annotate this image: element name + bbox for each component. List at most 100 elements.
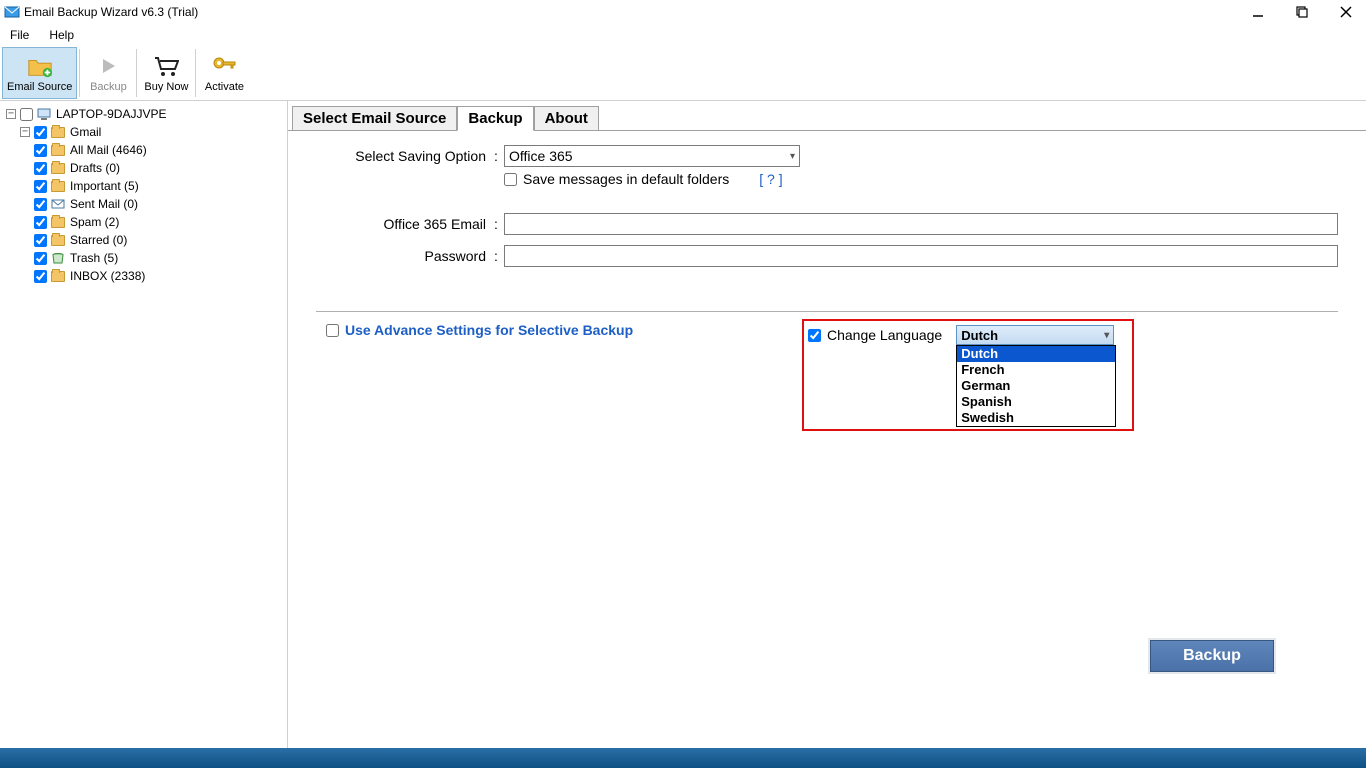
- close-button[interactable]: [1338, 4, 1354, 20]
- saving-option-select[interactable]: Office 365 ▾: [504, 145, 800, 167]
- tree-item-label: All Mail (4646): [70, 143, 147, 157]
- tree-item-checkbox[interactable]: [34, 162, 47, 175]
- language-select[interactable]: Dutch ▾ Dutch French German Spanish Swed…: [956, 325, 1114, 345]
- tree-item-label: Trash (5): [70, 251, 118, 265]
- titlebar: Email Backup Wizard v6.3 (Trial): [0, 0, 1366, 24]
- window-controls: [1250, 4, 1362, 20]
- folder-icon: [51, 145, 65, 156]
- toolbar-divider: [136, 49, 137, 97]
- statusbar: [0, 748, 1366, 768]
- colon: :: [494, 216, 504, 232]
- default-folders-label: Save messages in default folders: [523, 171, 729, 187]
- menu-help[interactable]: Help: [49, 28, 74, 42]
- tab-about-label: About: [545, 110, 588, 127]
- language-option[interactable]: Spanish: [957, 394, 1115, 410]
- tree-item[interactable]: All Mail (4646): [6, 141, 281, 159]
- folder-icon: [51, 163, 65, 174]
- language-option[interactable]: German: [957, 378, 1115, 394]
- saving-option-label: Select Saving Option: [316, 148, 494, 164]
- toolbar-email-source[interactable]: Email Source: [2, 47, 77, 99]
- trash-icon: [51, 252, 65, 264]
- key-icon: [211, 53, 237, 79]
- menu-file[interactable]: File: [10, 28, 29, 42]
- toolbar-email-source-label: Email Source: [7, 81, 72, 93]
- tree-item[interactable]: Spam (2): [6, 213, 281, 231]
- folder-plus-icon: [27, 53, 53, 79]
- language-option[interactable]: French: [957, 362, 1115, 378]
- tree-item-checkbox[interactable]: [34, 144, 47, 157]
- tab-about[interactable]: About: [534, 106, 599, 130]
- language-option[interactable]: Swedish: [957, 410, 1115, 426]
- toolbar-backup[interactable]: Backup: [82, 47, 134, 99]
- tree-item-label: INBOX (2338): [70, 269, 145, 283]
- tree-item[interactable]: Drafts (0): [6, 159, 281, 177]
- tree-item[interactable]: Starred (0): [6, 231, 281, 249]
- password-input[interactable]: [504, 245, 1338, 267]
- default-folders-checkbox[interactable]: [504, 173, 517, 186]
- computer-icon: [37, 108, 51, 120]
- language-option[interactable]: Dutch: [957, 346, 1115, 362]
- folder-icon: [51, 181, 65, 192]
- backup-button[interactable]: Backup: [1150, 640, 1274, 672]
- toolbar-activate[interactable]: Activate: [198, 47, 250, 99]
- backup-button-label: Backup: [1183, 647, 1241, 665]
- tree-item-label: Spam (2): [70, 215, 119, 229]
- tree-item[interactable]: INBOX (2338): [6, 267, 281, 285]
- toolbar-divider: [195, 49, 196, 97]
- language-option-label: German: [961, 378, 1010, 393]
- tab-backup[interactable]: Backup: [457, 106, 533, 131]
- toolbar-buy-now-label: Buy Now: [144, 81, 188, 93]
- toolbar-backup-label: Backup: [90, 81, 127, 93]
- collapse-icon[interactable]: −: [6, 109, 16, 119]
- chevron-down-icon: ▾: [790, 151, 795, 162]
- tree-gmail-checkbox[interactable]: [34, 126, 47, 139]
- advance-settings-checkbox[interactable]: [326, 324, 339, 337]
- tree-item[interactable]: Sent Mail (0): [6, 195, 281, 213]
- toolbar-divider: [79, 49, 80, 97]
- help-link[interactable]: [ ? ]: [759, 171, 782, 187]
- password-label: Password: [316, 248, 494, 264]
- toolbar-activate-label: Activate: [205, 81, 244, 93]
- change-language-checkbox[interactable]: [808, 329, 821, 342]
- language-option-label: Dutch: [961, 346, 998, 361]
- toolbar-buy-now[interactable]: Buy Now: [139, 47, 193, 99]
- tree-item-label: Starred (0): [70, 233, 127, 247]
- saving-option-value: Office 365: [509, 148, 573, 164]
- folder-icon: [51, 127, 65, 138]
- tree-item-checkbox[interactable]: [34, 216, 47, 229]
- tree-root-label: LAPTOP-9DAJJVPE: [56, 107, 166, 121]
- email-input[interactable]: [504, 213, 1338, 235]
- change-language-label: Change Language: [827, 327, 942, 343]
- folder-icon: [51, 235, 65, 246]
- tab-select-source[interactable]: Select Email Source: [292, 106, 457, 130]
- tree-root[interactable]: − LAPTOP-9DAJJVPE: [6, 105, 281, 123]
- sent-icon: [51, 198, 65, 210]
- tree-item-checkbox[interactable]: [34, 180, 47, 193]
- chevron-down-icon: ▾: [1104, 330, 1109, 341]
- language-option-label: Swedish: [961, 410, 1014, 425]
- window-title: Email Backup Wizard v6.3 (Trial): [24, 5, 1250, 19]
- tree-item-checkbox[interactable]: [34, 270, 47, 283]
- language-select-value: Dutch: [961, 328, 998, 343]
- tree-gmail[interactable]: − Gmail: [6, 123, 281, 141]
- minimize-button[interactable]: [1250, 4, 1266, 20]
- collapse-icon[interactable]: −: [20, 127, 30, 137]
- language-dropdown: Dutch French German Spanish Swedish: [956, 345, 1116, 427]
- tab-select-source-label: Select Email Source: [303, 110, 446, 127]
- menubar: File Help: [0, 24, 1366, 46]
- email-label: Office 365 Email: [316, 216, 494, 232]
- tree-item-checkbox[interactable]: [34, 234, 47, 247]
- tree-item[interactable]: Trash (5): [6, 249, 281, 267]
- folder-icon: [51, 217, 65, 228]
- play-icon: [95, 53, 121, 79]
- maximize-button[interactable]: [1294, 4, 1310, 20]
- main-panel: Select Email Source Backup About Select …: [288, 101, 1366, 768]
- tree-item-checkbox[interactable]: [34, 198, 47, 211]
- tree-root-checkbox[interactable]: [20, 108, 33, 121]
- language-option-label: Spanish: [961, 394, 1012, 409]
- tree-item-label: Sent Mail (0): [70, 197, 138, 211]
- cart-icon: [153, 53, 179, 79]
- advance-settings-label: Use Advance Settings for Selective Backu…: [345, 322, 633, 338]
- tree-item-checkbox[interactable]: [34, 252, 47, 265]
- tree-item[interactable]: Important (5): [6, 177, 281, 195]
